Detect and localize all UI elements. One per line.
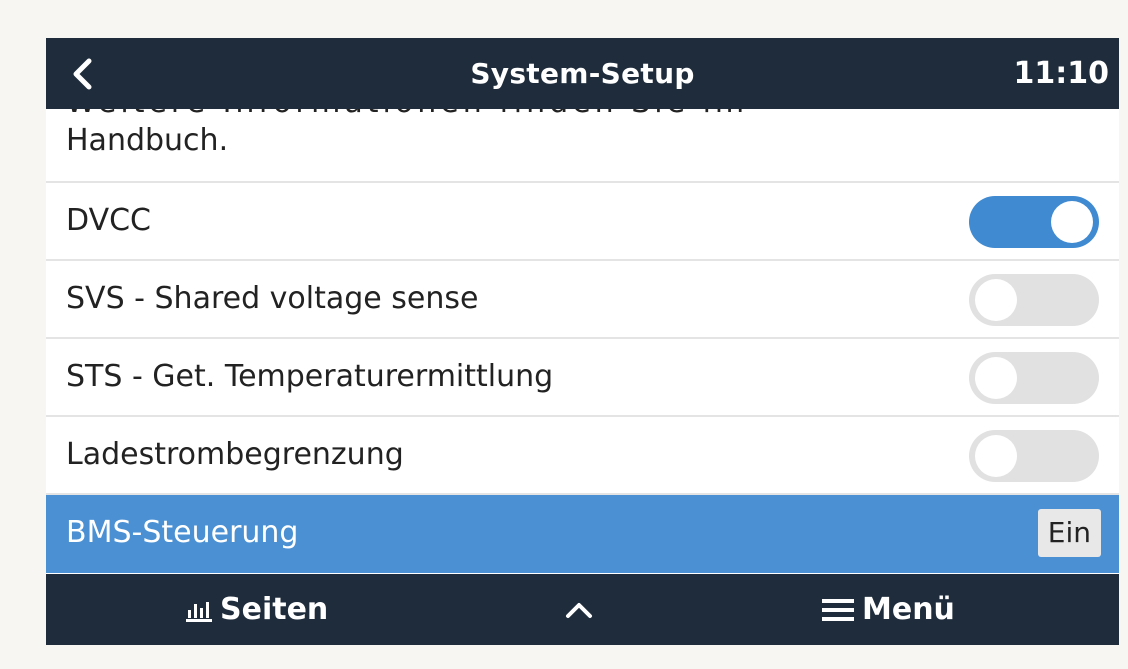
title-bar: System-Setup 11:10 — [46, 38, 1119, 109]
setting-label: Ladestrombegrenzung — [66, 437, 404, 472]
pages-button[interactable]: Seiten — [186, 574, 328, 645]
setting-row-ladestrombegrenzung[interactable]: Ladestrombegrenzung — [46, 417, 1119, 495]
ladestrombegrenzung-toggle[interactable] — [969, 430, 1099, 482]
setting-label: DVCC — [66, 203, 151, 238]
toggle-knob — [975, 435, 1017, 477]
toggle-knob — [975, 279, 1017, 321]
menu-label: Menü — [862, 592, 955, 627]
scroll-up-button[interactable] — [564, 574, 594, 645]
setting-row-bms-steuerung[interactable]: BMS-Steuerung Ein — [46, 495, 1119, 573]
setting-label: STS - Get. Temperaturermittlung — [66, 359, 554, 394]
menu-button[interactable]: Menü — [822, 574, 955, 645]
hamburger-menu-icon — [822, 598, 854, 621]
bar-chart-icon — [186, 601, 212, 622]
pages-label: Seiten — [220, 592, 329, 627]
toggle-knob — [1051, 201, 1093, 243]
settings-list[interactable]: Weitere Informationen finden Sie im Hand… — [46, 109, 1119, 574]
sts-toggle[interactable] — [969, 352, 1099, 404]
page-title: System-Setup — [470, 57, 695, 90]
bottom-bar: Seiten Menü — [46, 574, 1119, 645]
clock: 11:10 — [1013, 56, 1110, 91]
setting-row-dvcc[interactable]: DVCC — [46, 183, 1119, 261]
description-row: Weitere Informationen finden Sie im Hand… — [46, 109, 1119, 183]
dvcc-toggle[interactable] — [969, 196, 1099, 248]
description-text: Handbuch. — [66, 123, 229, 158]
setting-row-svs[interactable]: SVS - Shared voltage sense — [46, 261, 1119, 339]
chevron-up-icon — [566, 602, 592, 618]
toggle-knob — [975, 357, 1017, 399]
svs-toggle[interactable] — [969, 274, 1099, 326]
setting-label: BMS-Steuerung — [66, 515, 299, 550]
setting-value: Ein — [1037, 509, 1101, 557]
setting-row-sts[interactable]: STS - Get. Temperaturermittlung — [46, 339, 1119, 417]
device-screen: System-Setup 11:10 Weitere Informationen… — [46, 38, 1119, 645]
setting-label: SVS - Shared voltage sense — [66, 281, 479, 316]
description-partial-line: Weitere Informationen finden Sie im — [66, 109, 748, 120]
